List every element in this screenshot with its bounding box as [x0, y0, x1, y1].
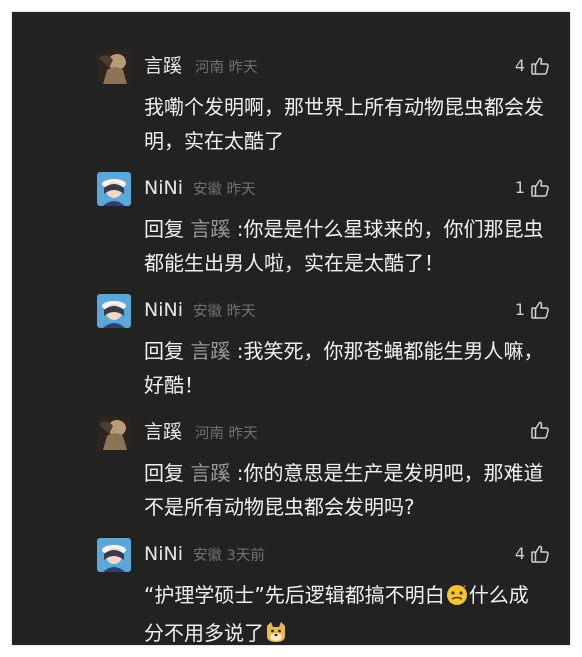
mention-link[interactable]: 言蹊	[190, 339, 230, 363]
like-count: 1	[514, 300, 525, 319]
comment-text: 我嘞个发明啊，那世界上所有动物昆虫都会发明，实在太酷了	[144, 95, 544, 153]
thumbs-up-icon	[530, 544, 550, 564]
time-text: 昨天	[228, 426, 258, 442]
like-count: 1	[514, 178, 525, 197]
reply-label: 回复	[144, 217, 184, 241]
time-text: 昨天	[226, 304, 256, 320]
comment-list: 言蹊 河南 昨天 4 我嘞个发明啊，那世界上所有动物昆虫都会发明，实在太酷了 N…	[12, 12, 570, 645]
comment-text-part1: “护理学硕士”先后逻辑都搞不明白	[144, 583, 445, 607]
comment-meta: 安徽 昨天	[193, 302, 256, 322]
location-text: 安徽	[193, 304, 222, 320]
author-name[interactable]: 言蹊	[144, 420, 182, 444]
author-name[interactable]: NiNi	[144, 176, 183, 200]
author-name[interactable]: 言蹊	[144, 54, 182, 78]
thumbs-up-icon	[530, 300, 550, 320]
like-count: 4	[514, 544, 525, 563]
time-text: 3天前	[226, 548, 265, 564]
reply-label: 回复	[144, 461, 184, 485]
mention-link[interactable]: 言蹊	[190, 217, 230, 241]
location-text: 安徽	[193, 548, 222, 564]
time-text: 昨天	[226, 182, 256, 198]
like-button[interactable]: 1	[515, 298, 550, 322]
dark-figure-avatar-icon[interactable]	[97, 50, 131, 84]
location-text: 河南	[195, 60, 224, 76]
like-button[interactable]: 1	[515, 176, 550, 200]
like-button[interactable]: 4	[515, 54, 550, 78]
dizzy-face-emoji-icon	[445, 582, 469, 616]
comment-text: 回复 言蹊 :你是是什么星球来的，你们那昆虫都能生出男人啦，实在是太酷了！	[144, 212, 544, 280]
mention-link[interactable]: 言蹊	[190, 461, 230, 485]
dark-figure-avatar-icon[interactable]	[97, 416, 131, 450]
time-text: 昨天	[228, 60, 258, 76]
reply-label: 回复	[144, 339, 184, 363]
anime-girl-avatar-icon[interactable]	[97, 172, 131, 206]
like-count: 4	[514, 56, 525, 75]
doge-emoji-icon	[264, 620, 288, 645]
like-button[interactable]: 4	[515, 542, 550, 566]
anime-girl-avatar-icon[interactable]	[97, 294, 131, 328]
anime-girl-avatar-icon[interactable]	[97, 538, 131, 572]
author-name[interactable]: NiNi	[144, 542, 183, 566]
thumbs-up-icon	[530, 420, 550, 440]
comment-text: 回复 言蹊 :我笑死，你那苍蝇都能生男人嘛，好酷！	[144, 334, 544, 402]
comment-meta: 河南 昨天	[195, 424, 258, 444]
comment-text: “护理学硕士”先后逻辑都搞不明白 什么成分不用多说了	[144, 578, 544, 645]
comment-meta: 安徽 昨天	[193, 180, 256, 200]
like-button[interactable]	[525, 420, 550, 440]
comment-meta: 安徽 3天前	[193, 546, 265, 566]
location-text: 河南	[195, 426, 224, 442]
comment-meta: 河南 昨天	[195, 58, 258, 78]
comment-text: 回复 言蹊 :你的意思是生产是发明吧，那难道不是所有动物昆虫都会发明吗?	[144, 456, 544, 524]
author-name[interactable]: NiNi	[144, 298, 183, 322]
location-text: 安徽	[193, 182, 222, 198]
thumbs-up-icon	[530, 178, 550, 198]
thumbs-up-icon	[530, 56, 550, 76]
